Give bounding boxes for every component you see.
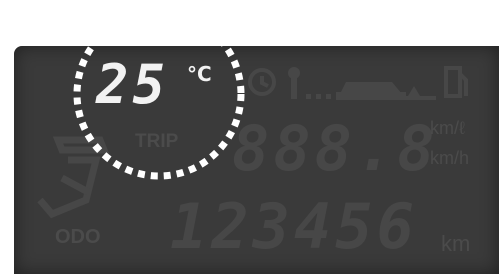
odometer-unit: km bbox=[441, 231, 471, 256]
fuel-economy-unit: km/ℓ bbox=[430, 118, 465, 138]
speed-unit: km/h bbox=[430, 148, 470, 168]
odometer-digits: 123456 bbox=[170, 190, 418, 263]
ground-icon bbox=[406, 86, 436, 100]
odo-label: ODO bbox=[55, 226, 101, 248]
clock-icon bbox=[248, 68, 276, 96]
key-icon bbox=[288, 67, 300, 99]
fuel-icon bbox=[444, 66, 468, 98]
dashed-line-icon bbox=[306, 94, 331, 99]
temperature-unit: °C bbox=[187, 62, 212, 86]
outside-temperature-value: 25 bbox=[96, 53, 170, 116]
car-icon bbox=[336, 82, 406, 100]
trip-digits: 888.8 bbox=[232, 112, 439, 185]
